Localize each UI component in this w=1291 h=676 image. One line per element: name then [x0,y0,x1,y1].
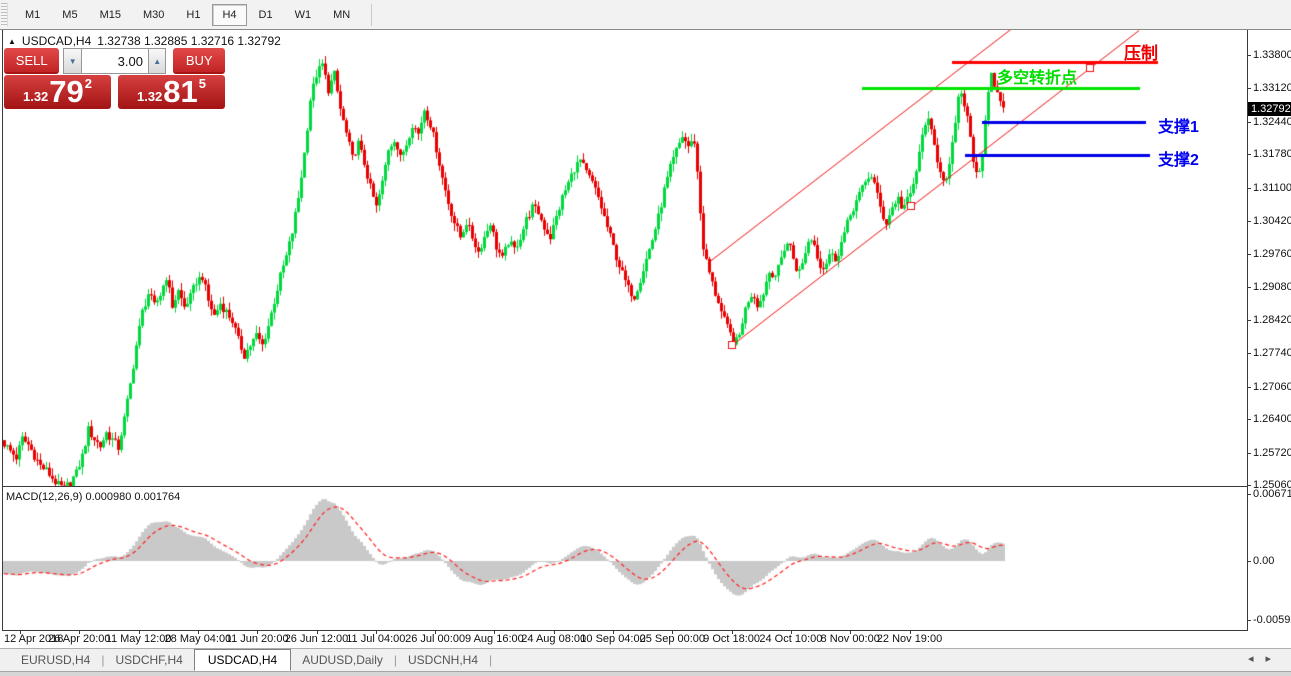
timeframe-button-h1[interactable]: H1 [176,4,210,26]
price-tick-mark [1247,88,1251,89]
chart-tab-bar: EURUSD,H4 | USDCHF,H4USDCAD,H4AUDUSD,Daily… [0,648,1291,671]
timeframe-button-d1[interactable]: D1 [249,4,283,26]
volume-decrease-button[interactable]: ▼ [63,48,82,74]
price-tick-label: 1.27060 [1253,381,1291,393]
current-price-tag: 1.32792 [1248,102,1291,116]
mt4-chart-window: { "toolbar": { "timeframes": [ {"label":… [0,0,1291,676]
price-tick-label: 1.32440 [1253,116,1291,128]
time-tick-label: 9 Aug 16:00 [465,633,524,645]
sell-price-point: 2 [85,76,92,91]
time-tick-label: 22 Nov 19:00 [877,633,942,645]
sell-button[interactable]: SELL [4,48,59,74]
buy-price-pips: 81 [163,77,197,107]
tab-separator: | [489,653,492,667]
chart-symbol-period: USDCAD,H4 [22,34,91,48]
volume-input[interactable] [82,48,148,74]
price-tick-mark [1247,221,1251,222]
timeframe-button-w1[interactable]: W1 [285,4,322,26]
time-tick-label: 26 Jul 00:00 [405,633,465,645]
chart-bottom-border [2,630,1248,631]
price-tick-label: 1.26400 [1253,413,1291,425]
toolbar-separator [371,4,372,26]
price-tick-label: 1.25720 [1253,447,1291,459]
macd-tick-mark [1247,620,1251,621]
price-tick-mark [1247,453,1251,454]
price-tick-label: 1.29760 [1253,248,1291,260]
tab-scroll-left-icon[interactable]: ◂ [1248,653,1266,665]
price-tick-label: 1.33800 [1253,49,1291,61]
timeframe-button-h4[interactable]: H4 [212,4,246,26]
price-tick-mark [1247,154,1251,155]
price-tick-mark [1247,387,1251,388]
time-tick-label: 26 Jun 12:00 [285,633,349,645]
timeframe-toolbar: M1M5M15M30H1H4D1W1MN [0,0,1291,29]
support1-annotation-label[interactable]: 支撑1 [1158,113,1199,137]
macd-tick-label: 0.006718 [1253,488,1291,500]
price-tick-label: 1.29080 [1253,281,1291,293]
time-tick-label: 9 Oct 18:00 [703,633,760,645]
price-tick-label: 1.31780 [1253,148,1291,160]
collapse-triangle-icon[interactable]: ▲ [8,37,16,46]
sell-price-pips: 79 [49,77,83,107]
chart-tab-eurusd[interactable]: EURUSD,H4 [10,650,101,670]
resistance-annotation-label[interactable]: 压制 [1124,39,1158,64]
volume-increase-button[interactable]: ▲ [148,48,167,74]
timeframe-button-m1[interactable]: M1 [15,4,50,26]
time-tick-label: 8 Nov 00:00 [821,633,880,645]
pivot-annotation-label[interactable]: 多空转折点 [997,64,1077,88]
one-click-trading-panel: SELL ▼ ▲ BUY 1.32 79 2 1.32 81 5 [4,48,225,109]
price-tick-mark [1247,122,1251,123]
buy-price-point: 5 [199,76,206,91]
chart-tab-usdchf[interactable]: USDCHF,H4 [104,650,193,670]
price-tick-label: 1.31100 [1253,182,1291,194]
buy-price-display[interactable]: 1.32 81 5 [118,75,225,109]
time-tick-label: 11 Jun 20:00 [226,633,289,645]
buy-price-figure: 1.32 [137,89,162,104]
sell-price-display[interactable]: 1.32 79 2 [4,75,111,109]
buy-button[interactable]: BUY [173,48,225,74]
time-tick-label: 24 Oct 10:00 [759,633,822,645]
timeframe-button-m15[interactable]: M15 [90,4,131,26]
price-tick-mark [1247,55,1251,56]
timeframe-button-m5[interactable]: M5 [52,4,87,26]
time-tick-label: 11 May 12:00 [106,633,172,645]
timeframe-button-m30[interactable]: M30 [133,4,174,26]
toolbar-grip-icon[interactable] [1,3,8,27]
price-tick-mark [1247,419,1251,420]
price-tick-label: 1.27740 [1253,347,1291,359]
price-tick-mark [1247,188,1251,189]
macd-indicator-canvas[interactable] [3,487,1247,630]
macd-tick-mark [1247,561,1251,562]
price-tick-mark [1247,485,1251,486]
price-tick-mark [1247,254,1251,255]
price-tick-mark [1247,353,1251,354]
status-bar [0,671,1291,676]
price-tick-label: 1.30420 [1253,215,1291,227]
time-tick-label: 28 May 04:00 [165,633,232,645]
time-tick-label: 10 Sep 04:00 [580,633,645,645]
macd-tick-label: 0.00 [1253,555,1274,567]
time-tick-label: 26 Apr 20:00 [48,633,110,645]
macd-tick-mark [1247,494,1251,495]
chart-title: ▲ USDCAD,H4 1.32738 1.32885 1.32716 1.32… [8,34,281,48]
tab-scroll-arrows: ◂▸ [1248,652,1283,665]
chart-tab-audusd[interactable]: AUDUSD,Daily [291,650,394,670]
time-tick-label: 24 Aug 08:00 [521,633,586,645]
tab-scroll-right-icon[interactable]: ▸ [1265,653,1283,665]
price-tick-mark [1247,320,1251,321]
price-tick-mark [1247,287,1251,288]
time-tick-label: 11 Jul 04:00 [346,633,405,645]
support2-annotation-label[interactable]: 支撑2 [1158,146,1199,170]
time-tick-label: 25 Sep 00:00 [640,633,705,645]
macd-tick-label: -0.005925 [1253,614,1291,626]
price-tick-label: 1.28420 [1253,314,1291,326]
axis-separator [1247,30,1248,631]
macd-indicator-label: MACD(12,26,9) 0.000980 0.001764 [6,491,180,503]
sell-price-figure: 1.32 [23,89,48,104]
timeframe-button-mn[interactable]: MN [323,4,360,26]
chart-tab-usdcad[interactable]: USDCAD,H4 [194,649,291,671]
price-tick-label: 1.33120 [1253,82,1291,94]
chart-ohlc-values: 1.32738 1.32885 1.32716 1.32792 [97,34,281,48]
chart-tab-usdcnh[interactable]: USDCNH,H4 [397,650,489,670]
